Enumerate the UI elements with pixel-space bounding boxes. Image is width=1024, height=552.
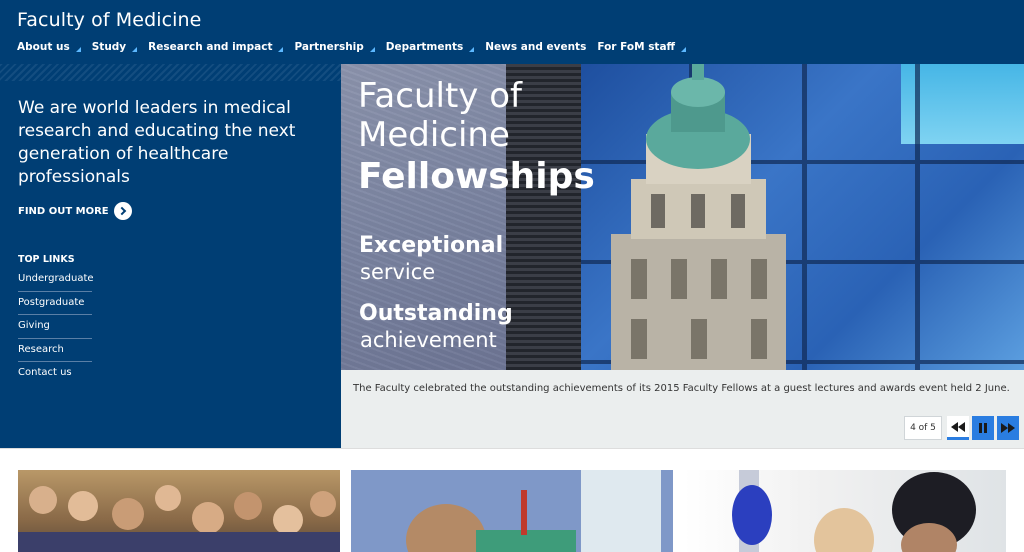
hero-sub2-light: achievement xyxy=(360,328,497,352)
decorative-stripe xyxy=(0,64,341,81)
nav-item-label: Study xyxy=(91,41,127,53)
slide-caption: The Faculty celebrated the outstanding a… xyxy=(353,383,1010,394)
submenu-arrow-icon xyxy=(681,47,687,52)
nav-item-about-us[interactable]: About us xyxy=(17,41,81,53)
main-nav: About us Study Research and impact Partn… xyxy=(17,41,697,53)
feature-card-lab-research[interactable] xyxy=(351,470,673,552)
top-link-contact-us[interactable]: Contact us xyxy=(18,362,92,386)
top-link-undergraduate[interactable]: Undergraduate xyxy=(18,268,94,292)
arrow-right-circle-icon xyxy=(113,202,132,220)
hero-slide-image[interactable]: Faculty of Medicine Fellowships Exceptio… xyxy=(341,64,1024,370)
top-link-giving[interactable]: Giving xyxy=(18,315,92,339)
nav-item-study[interactable]: Study xyxy=(91,41,138,53)
submenu-arrow-icon xyxy=(278,47,284,52)
top-links-list: Undergraduate Postgraduate Giving Resear… xyxy=(18,268,94,386)
nav-item-label: Departments xyxy=(385,41,464,53)
nav-item-partnership[interactable]: Partnership xyxy=(294,41,375,53)
slide-caption-bar: The Faculty celebrated the outstanding a… xyxy=(341,370,1024,448)
nav-item-label: News and events xyxy=(485,41,587,53)
top-link-postgraduate[interactable]: Postgraduate xyxy=(18,292,92,315)
site-title[interactable]: Faculty of Medicine xyxy=(17,9,201,31)
find-out-more-link[interactable]: FIND OUT MORE xyxy=(18,202,132,220)
lab-researcher-image xyxy=(351,470,673,552)
hero-title-line2: Medicine xyxy=(358,115,510,155)
submenu-arrow-icon xyxy=(132,47,138,52)
hero-sub2-bold: Outstanding xyxy=(359,301,513,326)
feature-card-clinical-staff[interactable] xyxy=(684,470,1006,552)
intro-lead-text: We are world leaders in medical research… xyxy=(18,98,296,187)
nav-item-label: Research and impact xyxy=(148,41,273,53)
find-out-more-label: FIND OUT MORE xyxy=(18,205,109,217)
nav-item-label: For FoM staff xyxy=(597,41,676,53)
feature-card-students-lecture[interactable] xyxy=(18,470,340,552)
fast-forward-icon xyxy=(1001,423,1015,433)
queens-tower-reflection xyxy=(611,64,786,370)
nav-item-news-and-events[interactable]: News and events xyxy=(485,41,586,53)
lecture-audience-image xyxy=(18,485,340,552)
submenu-arrow-icon xyxy=(75,47,81,52)
pause-icon xyxy=(979,423,987,433)
slider-controls: 4 of 5 xyxy=(904,416,1019,440)
nav-item-research-and-impact[interactable]: Research and impact xyxy=(148,41,284,53)
slide-counter: 4 of 5 xyxy=(904,416,942,440)
next-slide-button[interactable] xyxy=(997,416,1019,440)
divider xyxy=(0,448,1024,449)
hero-sub1-light: service xyxy=(360,260,436,284)
rewind-icon xyxy=(951,421,965,432)
intro-panel: We are world leaders in medical research… xyxy=(0,64,341,448)
previous-slide-button[interactable] xyxy=(947,416,969,440)
top-links-heading: TOP LINKS xyxy=(18,254,75,265)
hero-title-bold: Fellowships xyxy=(358,156,595,197)
nav-item-label: Partnership xyxy=(294,41,364,53)
submenu-arrow-icon xyxy=(369,47,375,52)
nav-item-label: About us xyxy=(17,41,70,53)
top-link-research[interactable]: Research xyxy=(18,339,92,362)
hero-sub1-bold: Exceptional xyxy=(359,233,504,258)
hero-title: Faculty of Medicine xyxy=(358,77,522,155)
clinicians-image xyxy=(732,470,976,552)
nav-item-for-fom-staff[interactable]: For FoM staff xyxy=(597,41,687,53)
site-header: Faculty of Medicine About us Study Resea… xyxy=(0,0,1024,64)
pause-slideshow-button[interactable] xyxy=(972,416,994,440)
hero-title-line1: Faculty of xyxy=(358,76,522,116)
nav-item-departments[interactable]: Departments xyxy=(385,41,475,53)
submenu-arrow-icon xyxy=(469,47,475,52)
